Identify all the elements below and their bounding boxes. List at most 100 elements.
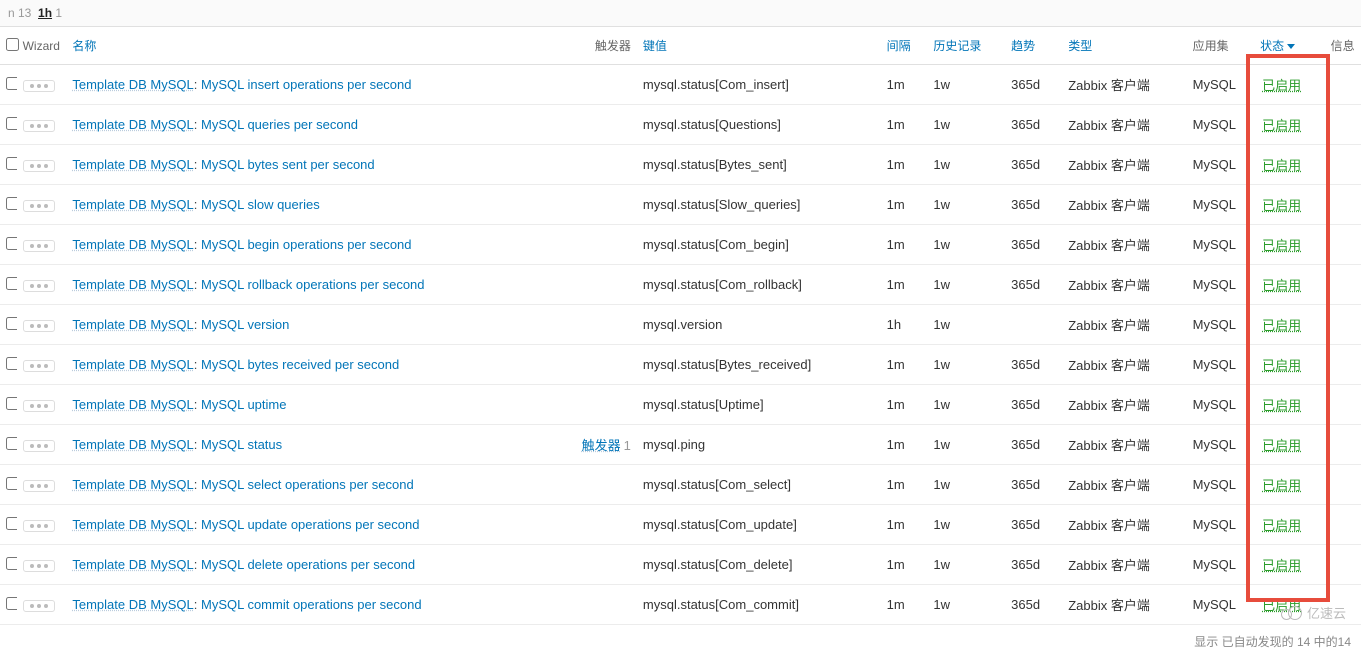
item-name-link[interactable]: MySQL rollback operations per second [201, 277, 425, 292]
context-menu-icon[interactable] [23, 400, 55, 412]
cell-history: 1w [927, 505, 1005, 545]
context-menu-icon[interactable] [23, 280, 55, 292]
cell-type: Zabbix 客户端 [1062, 505, 1186, 545]
header-status[interactable]: 状态 [1254, 27, 1325, 65]
context-menu-icon[interactable] [23, 440, 55, 452]
row-select-checkbox[interactable] [6, 597, 17, 610]
context-menu-icon[interactable] [23, 200, 55, 212]
header-name[interactable]: 名称 [66, 27, 564, 65]
item-name-link[interactable]: MySQL uptime [201, 397, 287, 412]
row-select-checkbox[interactable] [6, 557, 17, 570]
row-select-checkbox[interactable] [6, 237, 17, 250]
separator: : [194, 517, 201, 532]
cell-info [1325, 465, 1361, 505]
item-name-link[interactable]: MySQL update operations per second [201, 517, 420, 532]
context-menu-icon[interactable] [23, 360, 55, 372]
header-history[interactable]: 历史记录 [927, 27, 1005, 65]
header-interval[interactable]: 间隔 [881, 27, 928, 65]
context-menu-icon[interactable] [23, 240, 55, 252]
item-name-link[interactable]: MySQL insert operations per second [201, 77, 412, 92]
status-toggle-link[interactable]: 已启用 [1262, 278, 1301, 293]
context-menu-icon[interactable] [23, 560, 55, 572]
template-link[interactable]: Template DB MySQL [72, 197, 193, 212]
context-menu-icon[interactable] [23, 80, 55, 92]
item-name-link[interactable]: MySQL slow queries [201, 197, 320, 212]
template-link[interactable]: Template DB MySQL [72, 117, 193, 132]
template-link[interactable]: Template DB MySQL [72, 397, 193, 412]
cell-key: mysql.status[Bytes_sent] [637, 145, 881, 185]
cell-type: Zabbix 客户端 [1062, 105, 1186, 145]
status-toggle-link[interactable]: 已启用 [1262, 78, 1301, 93]
status-toggle-link[interactable]: 已启用 [1262, 198, 1301, 213]
item-name-link[interactable]: MySQL bytes received per second [201, 357, 399, 372]
template-link[interactable]: Template DB MySQL [72, 277, 193, 292]
item-name-link[interactable]: MySQL commit operations per second [201, 597, 422, 612]
context-menu-icon[interactable] [23, 480, 55, 492]
cell-info [1325, 305, 1361, 345]
status-toggle-link[interactable]: 已启用 [1262, 398, 1301, 413]
template-link[interactable]: Template DB MySQL [72, 157, 193, 172]
context-menu-icon[interactable] [23, 320, 55, 332]
status-toggle-link[interactable]: 已启用 [1262, 558, 1301, 573]
context-menu-icon[interactable] [23, 520, 55, 532]
template-link[interactable]: Template DB MySQL [72, 77, 193, 92]
item-name-link[interactable]: MySQL begin operations per second [201, 237, 412, 252]
template-link[interactable]: Template DB MySQL [72, 317, 193, 332]
sort-descending-icon [1287, 44, 1295, 49]
header-checkbox[interactable] [0, 27, 17, 65]
item-name-link[interactable]: MySQL delete operations per second [201, 557, 415, 572]
status-toggle-link[interactable]: 已启用 [1262, 118, 1301, 133]
status-toggle-link[interactable]: 已启用 [1262, 518, 1301, 533]
template-link[interactable]: Template DB MySQL [72, 597, 193, 612]
table-header-row: Wizard 名称 触发器 键值 间隔 历史记录 趋势 类型 应用集 状态 信息 [0, 27, 1361, 65]
filter-active-1h[interactable]: 1h [38, 6, 52, 20]
separator: : [194, 557, 201, 572]
template-link[interactable]: Template DB MySQL [72, 477, 193, 492]
separator: : [194, 197, 201, 212]
header-trend[interactable]: 趋势 [1005, 27, 1062, 65]
cell-type: Zabbix 客户端 [1062, 305, 1186, 345]
context-menu-icon[interactable] [23, 120, 55, 132]
item-name-link[interactable]: MySQL queries per second [201, 117, 358, 132]
template-link[interactable]: Template DB MySQL [72, 437, 193, 452]
cell-trend: 365d [1005, 105, 1062, 145]
context-menu-icon[interactable] [23, 160, 55, 172]
row-select-checkbox[interactable] [6, 157, 17, 170]
item-name-link[interactable]: MySQL select operations per second [201, 477, 414, 492]
row-select-checkbox[interactable] [6, 437, 17, 450]
template-link[interactable]: Template DB MySQL [72, 237, 193, 252]
cell-interval: 1m [881, 65, 928, 105]
separator: : [194, 357, 201, 372]
status-toggle-link[interactable]: 已启用 [1262, 158, 1301, 173]
header-key[interactable]: 键值 [637, 27, 881, 65]
status-toggle-link[interactable]: 已启用 [1262, 318, 1301, 333]
row-select-checkbox[interactable] [6, 77, 17, 90]
status-toggle-link[interactable]: 已启用 [1262, 238, 1301, 253]
row-select-checkbox[interactable] [6, 117, 17, 130]
status-toggle-link[interactable]: 已启用 [1262, 358, 1301, 373]
row-select-checkbox[interactable] [6, 517, 17, 530]
item-name-link[interactable]: MySQL version [201, 317, 289, 332]
row-select-checkbox[interactable] [6, 197, 17, 210]
row-select-checkbox[interactable] [6, 477, 17, 490]
item-name-link[interactable]: MySQL status [201, 437, 282, 452]
status-toggle-link[interactable]: 已启用 [1262, 438, 1301, 453]
table-row: Template DB MySQL: MySQL rollback operat… [0, 265, 1361, 305]
triggers-link[interactable]: 触发器 [582, 438, 621, 453]
row-select-checkbox[interactable] [6, 277, 17, 290]
select-all-checkbox[interactable] [6, 38, 19, 51]
context-menu-icon[interactable] [23, 600, 55, 612]
template-link[interactable]: Template DB MySQL [72, 357, 193, 372]
item-name-link[interactable]: MySQL bytes sent per second [201, 157, 375, 172]
row-select-checkbox[interactable] [6, 357, 17, 370]
row-select-checkbox[interactable] [6, 317, 17, 330]
template-link[interactable]: Template DB MySQL [72, 557, 193, 572]
cell-trend: 365d [1005, 425, 1062, 465]
row-select-checkbox[interactable] [6, 397, 17, 410]
header-type[interactable]: 类型 [1062, 27, 1186, 65]
template-link[interactable]: Template DB MySQL [72, 517, 193, 532]
cell-key: mysql.version [637, 305, 881, 345]
cell-interval: 1m [881, 145, 928, 185]
cell-trend: 365d [1005, 225, 1062, 265]
status-toggle-link[interactable]: 已启用 [1262, 478, 1301, 493]
